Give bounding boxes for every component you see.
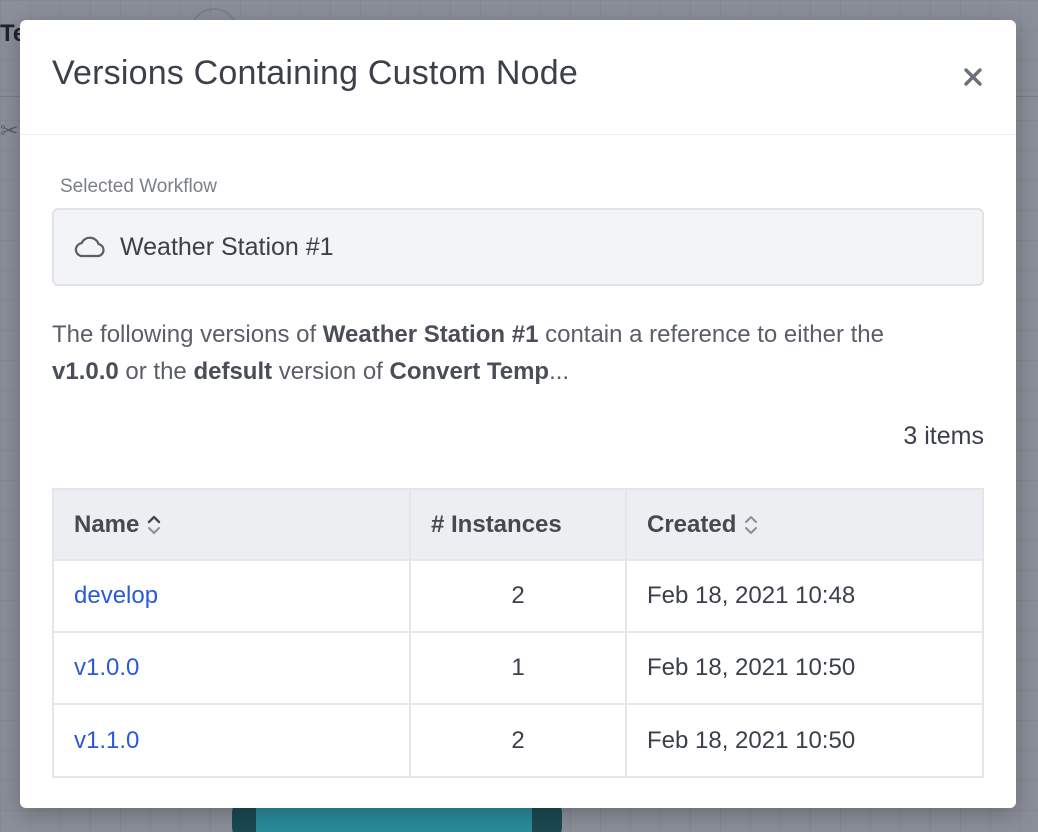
row-created-cell: Feb 18, 2021 10:48 bbox=[647, 582, 856, 609]
row-instances-cell: 2 bbox=[410, 560, 627, 632]
row-created-cell: Feb 18, 2021 10:50 bbox=[647, 726, 856, 754]
column-header-label: Created bbox=[647, 510, 737, 538]
description-alt-version: defsult bbox=[193, 358, 273, 385]
column-header-label: # Instances bbox=[431, 510, 562, 538]
selected-workflow-label: Selected Workflow bbox=[60, 176, 217, 197]
sort-icon bbox=[745, 516, 758, 535]
modal-title: Versions Containing Custom Node bbox=[52, 54, 578, 92]
description-part: or the bbox=[118, 358, 194, 385]
cloud-icon bbox=[72, 234, 106, 260]
column-header-label: Name bbox=[74, 510, 140, 538]
scissors-icon: ✂ bbox=[0, 118, 19, 143]
table-row: develop 2 Feb 18, 2021 10:48 bbox=[54, 560, 982, 632]
table-header-row: Name # Instances Created bbox=[54, 490, 982, 560]
description-workflow: Weather Station #1 bbox=[322, 321, 539, 348]
version-link[interactable]: v1.1.0 bbox=[74, 727, 139, 754]
column-header-name[interactable]: Name bbox=[54, 490, 411, 560]
description-node: Convert Temp bbox=[389, 358, 550, 385]
row-name-cell: v1.1.0 bbox=[54, 704, 411, 776]
row-created-cell: Feb 18, 2021 10:50 bbox=[647, 654, 856, 681]
selected-workflow-field: Weather Station #1 bbox=[52, 208, 984, 286]
row-name-cell: v1.0.0 bbox=[54, 632, 411, 704]
table-row: v1.0.0 1 Feb 18, 2021 10:50 bbox=[54, 632, 982, 704]
description-part: version of bbox=[272, 358, 390, 385]
description-version: v1.0.0 bbox=[52, 358, 119, 385]
description-part: contain a reference to either the bbox=[538, 321, 884, 348]
modal-header: Versions Containing Custom Node bbox=[20, 20, 1016, 135]
description-part: The following versions of bbox=[52, 321, 323, 348]
version-link[interactable]: develop bbox=[74, 582, 158, 609]
row-instances-cell: 1 bbox=[410, 632, 627, 704]
version-link[interactable]: v1.0.0 bbox=[74, 654, 139, 681]
description-ellipsis: ... bbox=[549, 358, 570, 385]
sort-icon bbox=[148, 515, 161, 535]
description-text: The following versions of Weather Statio… bbox=[52, 316, 984, 390]
column-header-instances: # Instances bbox=[410, 490, 627, 560]
workflow-name: Weather Station #1 bbox=[120, 232, 334, 261]
column-header-created[interactable]: Created bbox=[626, 490, 982, 560]
close-icon bbox=[964, 68, 982, 86]
close-button[interactable] bbox=[960, 64, 986, 90]
row-name-cell: develop bbox=[54, 560, 411, 632]
item-count: 3 items bbox=[903, 422, 984, 450]
modal-body: Selected Workflow Weather Station #1 The… bbox=[52, 134, 984, 808]
versions-modal: Versions Containing Custom Node Selected… bbox=[20, 20, 1016, 808]
table-row: v1.1.0 2 Feb 18, 2021 10:50 bbox=[54, 704, 982, 776]
row-instances-cell: 2 bbox=[410, 704, 627, 776]
versions-table: Name # Instances Created develop 2 Feb 1… bbox=[52, 488, 984, 778]
